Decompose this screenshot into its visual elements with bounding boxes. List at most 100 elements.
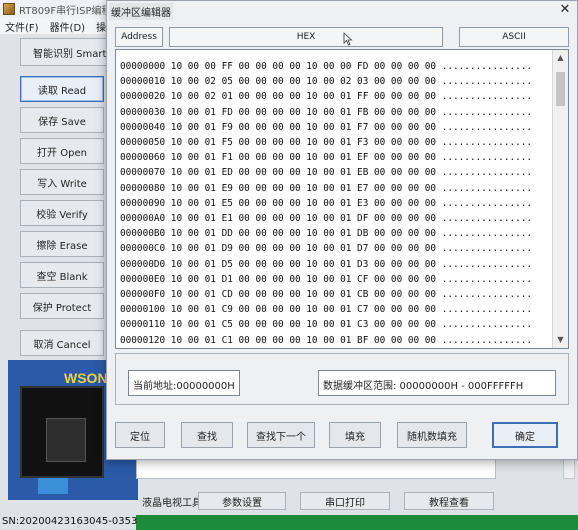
hex-row-ascii[interactable]: ................ xyxy=(442,167,532,178)
hex-row-bytes[interactable]: 10 00 01 F5 00 00 00 00 10 00 01 F3 00 0… xyxy=(165,137,442,148)
hex-row[interactable]: 000000C0 10 00 01 D9 00 00 00 00 10 00 0… xyxy=(120,241,532,256)
random-fill-button[interactable]: 随机数填充 xyxy=(397,422,467,448)
hex-row[interactable]: 00000050 10 00 01 F5 00 00 00 00 10 00 0… xyxy=(120,135,532,150)
hex-row-bytes[interactable]: 10 00 01 F1 00 00 00 00 10 00 01 EF 00 0… xyxy=(165,152,442,163)
hex-row[interactable]: 00000120 10 00 01 C1 00 00 00 00 10 00 0… xyxy=(120,333,532,348)
hex-row-bytes[interactable]: 10 00 02 05 00 00 00 00 10 00 02 03 00 0… xyxy=(165,76,442,87)
blank-button[interactable]: 查空 Blank xyxy=(20,262,104,288)
hex-row[interactable]: 000000E0 10 00 01 D1 00 00 00 00 10 00 0… xyxy=(120,272,532,287)
hex-row-address: 00000120 xyxy=(120,334,166,346)
hex-row[interactable]: 00000000 10 00 00 FF 00 00 00 00 10 00 0… xyxy=(120,59,532,74)
hex-row-ascii[interactable]: ................ xyxy=(442,213,532,224)
hex-row-bytes[interactable]: 10 00 01 C9 00 00 00 00 10 00 01 C7 00 0… xyxy=(165,304,442,315)
hex-row-bytes[interactable]: 10 00 01 C5 00 00 00 00 10 00 01 C3 00 0… xyxy=(165,319,442,330)
hex-row[interactable]: 00000110 10 00 01 C5 00 00 00 00 10 00 0… xyxy=(120,317,532,332)
hex-row[interactable]: 000000D0 10 00 01 D5 00 00 00 00 10 00 0… xyxy=(120,257,532,272)
hex-row-ascii[interactable]: ................ xyxy=(442,122,532,133)
find-button[interactable]: 查找 xyxy=(181,422,233,448)
hex-row-bytes[interactable]: 10 00 01 D9 00 00 00 00 10 00 01 D7 00 0… xyxy=(165,243,442,254)
tutorial-button[interactable]: 教程查看 xyxy=(404,492,494,510)
hex-row-bytes[interactable]: 10 00 02 01 00 00 00 00 10 00 01 FF 00 0… xyxy=(165,91,442,102)
hex-row-ascii[interactable]: ................ xyxy=(442,137,532,148)
hex-row-bytes[interactable]: 10 00 01 CD 00 00 00 00 10 00 01 CB 00 0… xyxy=(165,289,442,300)
hex-row-ascii[interactable]: ................ xyxy=(442,259,532,270)
fill-button[interactable]: 填充 xyxy=(329,422,381,448)
buffer-editor-dialog: 缓冲区编辑器 ✕ Address HEX ASCII 00000000 10 0… xyxy=(106,0,578,460)
hex-row[interactable]: 00000090 10 00 01 E5 00 00 00 00 10 00 0… xyxy=(120,196,532,211)
hex-row-bytes[interactable]: 10 00 01 F9 00 00 00 00 10 00 01 F7 00 0… xyxy=(165,122,442,133)
save-button[interactable]: 保存 Save xyxy=(20,107,104,133)
close-icon[interactable]: ✕ xyxy=(557,3,573,17)
hex-row[interactable]: 000000F0 10 00 01 CD 00 00 00 00 10 00 0… xyxy=(120,287,532,302)
hex-row-ascii[interactable]: ................ xyxy=(442,243,532,254)
read-button[interactable]: 读取 Read xyxy=(20,76,104,102)
locate-button[interactable]: 定位 xyxy=(115,422,165,448)
hex-row-bytes[interactable]: 10 00 01 E9 00 00 00 00 10 00 01 E7 00 0… xyxy=(165,183,442,194)
hex-row-ascii[interactable]: ................ xyxy=(442,61,532,72)
progress-bar xyxy=(136,515,578,530)
hex-row-bytes[interactable]: 10 00 01 C1 00 00 00 00 10 00 01 BF 00 0… xyxy=(165,335,442,346)
hex-row-ascii[interactable]: ................ xyxy=(442,91,532,102)
hex-row-ascii[interactable]: ................ xyxy=(442,274,532,285)
cancel-button[interactable]: 取消 Cancel xyxy=(20,330,104,356)
find-next-button[interactable]: 查找下一个 xyxy=(247,422,315,448)
hex-row-ascii[interactable]: ................ xyxy=(442,319,532,330)
hex-row-address: 000000A0 xyxy=(120,213,166,225)
hex-row-address: 00000000 xyxy=(120,61,166,72)
hex-row-bytes[interactable]: 10 00 01 E1 00 00 00 00 10 00 01 DF 00 0… xyxy=(165,213,442,224)
hex-row[interactable]: 00000010 10 00 02 05 00 00 00 00 10 00 0… xyxy=(120,74,532,89)
hex-row-address: 00000020 xyxy=(120,91,166,103)
hex-row[interactable]: 00000020 10 00 02 01 00 00 00 00 10 00 0… xyxy=(120,89,532,104)
hex-row[interactable]: 00000040 10 00 01 F9 00 00 00 00 10 00 0… xyxy=(120,120,532,135)
param-settings-button[interactable]: 参数设置 xyxy=(198,492,286,510)
scroll-up-icon[interactable]: ▲ xyxy=(553,50,568,66)
scroll-thumb[interactable] xyxy=(556,72,565,106)
hex-editor-panel[interactable]: 00000000 10 00 00 FF 00 00 00 00 10 00 0… xyxy=(115,49,569,349)
hex-row[interactable]: 00000080 10 00 01 E9 00 00 00 00 10 00 0… xyxy=(120,181,532,196)
menu-device[interactable]: 器件(D) xyxy=(50,19,86,34)
hex-row-address: 000000D0 xyxy=(120,258,166,270)
hex-row-address: 00000080 xyxy=(120,182,166,194)
protect-button[interactable]: 保护 Protect xyxy=(20,293,104,319)
erase-button[interactable]: 擦除 Erase xyxy=(20,231,104,257)
hex-row-bytes[interactable]: 10 00 01 D1 00 00 00 00 10 00 01 CF 00 0… xyxy=(165,274,442,285)
buffer-range-field: 数据缓冲区范围: 00000000H - 000FFFFFH xyxy=(318,370,556,396)
hex-row-ascii[interactable]: ................ xyxy=(442,76,532,87)
verify-button[interactable]: 校验 Verify xyxy=(20,200,104,226)
serial-print-button[interactable]: 串口打印 xyxy=(300,492,390,510)
hex-row-ascii[interactable]: ................ xyxy=(442,198,532,209)
hex-row-ascii[interactable]: ................ xyxy=(442,152,532,163)
hex-row-ascii[interactable]: ................ xyxy=(442,228,532,239)
hex-row-ascii[interactable]: ................ xyxy=(442,289,532,300)
dialog-title-bar: 缓冲区编辑器 ✕ xyxy=(107,1,577,21)
hex-row-ascii[interactable]: ................ xyxy=(442,335,532,346)
address-info-panel: 当前地址:00000000H 数据缓冲区范围: 00000000H - 000F… xyxy=(115,353,569,405)
hex-scrollbar[interactable]: ▲ ▼ xyxy=(552,50,568,348)
chip-socket xyxy=(20,386,104,478)
hex-row-ascii[interactable]: ................ xyxy=(442,107,532,118)
hex-row[interactable]: 00000100 10 00 01 C9 00 00 00 00 10 00 0… xyxy=(120,302,532,317)
hex-row[interactable]: 00000060 10 00 01 F1 00 00 00 00 10 00 0… xyxy=(120,150,532,165)
hex-row-address: 00000060 xyxy=(120,152,166,164)
hex-row[interactable]: 00000030 10 00 01 FD 00 00 00 00 10 00 0… xyxy=(120,105,532,120)
scroll-down-icon[interactable]: ▼ xyxy=(553,332,568,348)
hex-row-address: 00000070 xyxy=(120,167,166,179)
hex-row-ascii[interactable]: ................ xyxy=(442,304,532,315)
hex-row-bytes[interactable]: 10 00 01 D5 00 00 00 00 10 00 01 D3 00 0… xyxy=(165,259,442,270)
hex-row[interactable]: 000000A0 10 00 01 E1 00 00 00 00 10 00 0… xyxy=(120,211,532,226)
menu-file[interactable]: 文件(F) xyxy=(5,19,39,34)
hex-row-ascii[interactable]: ................ xyxy=(442,183,532,194)
hex-row-bytes[interactable]: 10 00 01 FD 00 00 00 00 10 00 01 FB 00 0… xyxy=(165,107,442,118)
mouse-cursor-icon xyxy=(343,32,353,46)
ok-button[interactable]: 确定 xyxy=(492,422,558,448)
hex-row-bytes[interactable]: 10 00 01 E5 00 00 00 00 10 00 01 E3 00 0… xyxy=(165,198,442,209)
write-button[interactable]: 写入 Write xyxy=(20,169,104,195)
hex-row-address: 00000040 xyxy=(120,121,166,133)
hex-row[interactable]: 00000070 10 00 01 ED 00 00 00 00 10 00 0… xyxy=(120,165,532,180)
open-button[interactable]: 打开 Open xyxy=(20,138,104,164)
hex-row-bytes[interactable]: 10 00 00 FF 00 00 00 00 10 00 00 FD 00 0… xyxy=(165,61,442,72)
hex-row[interactable]: 000000B0 10 00 01 DD 00 00 00 00 10 00 0… xyxy=(120,226,532,241)
hex-row-bytes[interactable]: 10 00 01 ED 00 00 00 00 10 00 01 EB 00 0… xyxy=(165,167,442,178)
hex-row-bytes[interactable]: 10 00 01 DD 00 00 00 00 10 00 01 DB 00 0… xyxy=(165,228,442,239)
bottom-toolbar: 液晶电视工具 参数设置 串口打印 教程查看 xyxy=(136,455,578,515)
